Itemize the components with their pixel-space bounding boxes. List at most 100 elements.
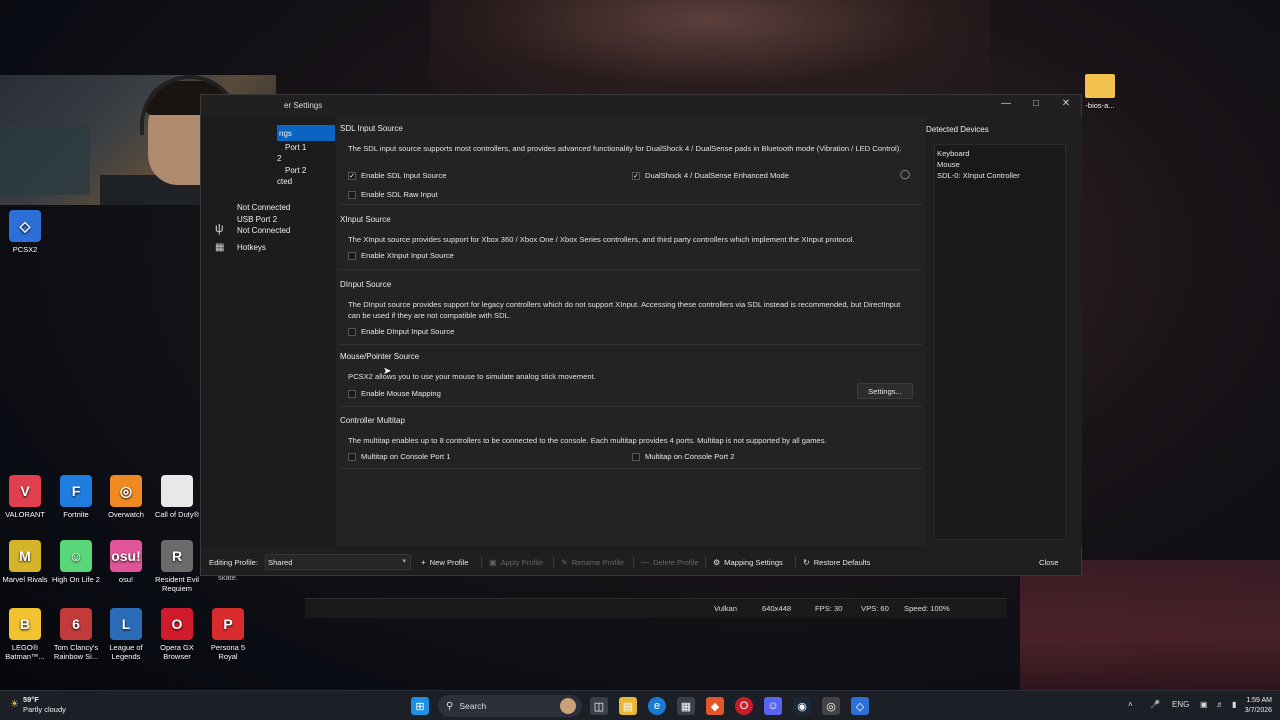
microphone-icon[interactable]: 🎤	[1150, 700, 1160, 709]
list-item[interactable]: SDL-0: XInput Controller	[937, 170, 1063, 181]
desktop-icon[interactable]: R Resident Evil Requiem	[153, 540, 201, 593]
desktop-icon[interactable]: L League of Legends	[102, 608, 150, 661]
rename-profile-label: Rename Profile	[571, 557, 625, 567]
clock-time: 1:59 AM	[1246, 697, 1272, 704]
apply-profile-button[interactable]: ▣ Apply Profile	[485, 554, 547, 570]
osu-icon: osu!	[110, 540, 142, 572]
valorant-icon: V	[9, 475, 41, 507]
plus-icon: +	[421, 557, 426, 567]
multitap-section-title: Controller Multitap	[340, 416, 405, 425]
wallpaper-face	[430, 0, 990, 100]
detected-devices-list: Keyboard Mouse SDL-0: XInput Controller	[934, 144, 1066, 540]
desktop-icon[interactable]: F Fortnite	[52, 475, 100, 519]
steam-icon[interactable]: ◉	[793, 697, 811, 715]
store-icon[interactable]: ▦	[677, 697, 695, 715]
desktop-icon-label: Overwatch	[108, 510, 144, 519]
task-view-icon[interactable]: ◫	[590, 697, 608, 715]
new-profile-button[interactable]: + New Profile	[417, 554, 473, 570]
enable-sdl-raw-label: Enable SDL Raw Input	[361, 190, 438, 199]
gear-icon: ⚙	[713, 557, 721, 567]
multitap-port-1-checkbox[interactable]: Multitap on Console Port 1	[348, 452, 451, 461]
sidebar-item-port-1[interactable]: Port 1	[285, 142, 306, 153]
desktop-icon[interactable]: ◎ Overwatch	[102, 475, 150, 519]
obs-icon[interactable]: ◎	[822, 697, 840, 715]
enable-xinput-checkbox[interactable]: Enable XInput Input Source	[348, 251, 454, 260]
list-item[interactable]: Keyboard	[937, 148, 1063, 159]
desktop-icon[interactable]: V VALORANT	[1, 475, 49, 519]
clock-date: 3/7/2026	[1244, 707, 1272, 714]
delete-profile-button[interactable]: — Delete Profile	[637, 554, 703, 570]
multitap-port-2-checkbox[interactable]: Multitap on Console Port 2	[632, 452, 735, 461]
close-button[interactable]: Close	[1035, 554, 1062, 570]
rainbow-six-icon: 6	[60, 608, 92, 640]
search-icon: ⚲	[446, 700, 454, 712]
dinput-section-title: DInput Source	[340, 280, 392, 289]
section-divider	[340, 468, 922, 469]
sidebar-item-usb-1-status[interactable]: Not Connected	[237, 202, 290, 213]
status-fps: FPS: 30	[815, 604, 843, 613]
volume-icon[interactable]: ♬	[1216, 700, 1224, 709]
enable-mouse-mapping-checkbox[interactable]: Enable Mouse Mapping	[348, 389, 441, 398]
sidebar-item-usb-port-2[interactable]: USB Port 2	[237, 214, 277, 225]
desktop-icon[interactable]: ◇ PCSX2	[1, 210, 49, 254]
sidebar-item-label: Not Connected	[237, 226, 291, 235]
sidebar-item-port-2[interactable]: Port 2	[285, 165, 306, 176]
enable-xinput-label: Enable XInput Input Source	[361, 251, 454, 260]
section-divider	[340, 269, 922, 270]
desktop-folder[interactable]: -bios-a...	[1076, 74, 1124, 110]
sidebar-item-hotkeys[interactable]: Hotkeys	[237, 241, 266, 253]
toolbar-separator	[795, 556, 796, 568]
edge-icon[interactable]: e	[648, 697, 666, 715]
enable-sdl-raw-checkbox[interactable]: Enable SDL Raw Input	[348, 190, 438, 199]
detected-devices-panel: Detected Devices Keyboard Mouse SDL-0: X…	[926, 116, 1082, 546]
sidebar-item-global-settings[interactable]: ngs	[277, 125, 335, 141]
desktop-icon[interactable]: 6 Tom Clancy's Rainbow Si...	[52, 608, 100, 661]
minimize-icon[interactable]: —	[991, 98, 1021, 112]
language-indicator[interactable]: ENG	[1172, 700, 1189, 709]
sidebar-item-usb-2-status[interactable]: Not Connected	[237, 225, 290, 236]
rename-profile-button[interactable]: ✎ Rename Profile	[557, 554, 628, 570]
desktop-icon[interactable]: M Marvel Rivals	[1, 540, 49, 584]
chevron-up-icon[interactable]: ˄	[1128, 700, 1133, 709]
desktop-icon[interactable]: P Persona 5 Royal	[204, 608, 252, 661]
sdl-section-title: SDL Input Source	[340, 124, 403, 133]
list-item[interactable]: Mouse	[937, 159, 1063, 170]
sidebar-item-label: 2	[277, 154, 282, 163]
sidebar-item-port-1-sub[interactable]: 2	[277, 153, 281, 164]
enable-sdl-checkbox[interactable]: ✓ Enable SDL Input Source	[348, 171, 446, 180]
network-icon[interactable]: ▣	[1200, 700, 1208, 709]
pcsx2-taskbar-icon[interactable]: ◇	[851, 697, 869, 715]
desktop-icon[interactable]: B LEGO® Batman™...	[1, 608, 49, 661]
close-icon[interactable]: ✕	[1051, 98, 1081, 112]
discord-icon[interactable]: ☺	[764, 697, 782, 715]
dualsense-enhanced-checkbox[interactable]: ✓ DualShock 4 / DualSense Enhanced Mode	[632, 171, 789, 180]
copilot-icon[interactable]: ◆	[706, 697, 724, 715]
desktop-icon[interactable]: ☺ High On Life 2	[52, 540, 100, 584]
weather-widget[interactable]: ☀ 59°F Partly cloudy	[10, 695, 66, 715]
maximize-icon[interactable]: □	[1021, 98, 1051, 112]
desktop-icon[interactable]: Call of Duty®	[153, 475, 201, 519]
start-icon[interactable]: ⊞	[411, 697, 429, 715]
enable-dinput-checkbox[interactable]: Enable DInput Input Source	[348, 327, 454, 336]
editing-profile-label: Editing Profile:	[209, 558, 258, 567]
profile-select[interactable]: Shared ▾	[265, 554, 411, 570]
opera-gx-taskbar-icon[interactable]: O	[735, 697, 753, 715]
restore-icon: ↻	[803, 557, 810, 567]
bottom-toolbar: Editing Profile: Shared ▾ + New Profile …	[201, 551, 1081, 575]
restore-defaults-button[interactable]: ↻ Restore Defaults	[799, 554, 874, 570]
lightbulb-icon[interactable]: ◯	[900, 169, 910, 180]
delete-profile-label: Delete Profile	[653, 557, 699, 567]
sidebar-item-port-2-status[interactable]: cted	[277, 176, 292, 187]
taskbar-search[interactable]: ⚲ Search	[438, 695, 582, 717]
desktop-icon[interactable]: O Opera GX Browser	[153, 608, 201, 661]
xinput-section-title: XInput Source	[340, 215, 391, 224]
mouse-settings-button[interactable]: Settings...	[857, 383, 913, 399]
file-explorer-icon[interactable]: ▤	[619, 697, 637, 715]
mapping-settings-button[interactable]: ⚙ Mapping Settings	[709, 554, 787, 570]
window-titlebar[interactable]: er Settings — □ ✕	[201, 95, 1081, 115]
clock[interactable]: 1:59 AM 3/7/2026	[1236, 696, 1272, 716]
status-resolution: 640x448	[762, 604, 792, 613]
desktop-icon[interactable]: osu! osu!	[102, 540, 150, 584]
sidebar: ngs Port 1 2 Port 2 cted Not Connected ψ…	[201, 116, 335, 546]
sidebar-item-label: USB Port 2	[237, 215, 278, 224]
